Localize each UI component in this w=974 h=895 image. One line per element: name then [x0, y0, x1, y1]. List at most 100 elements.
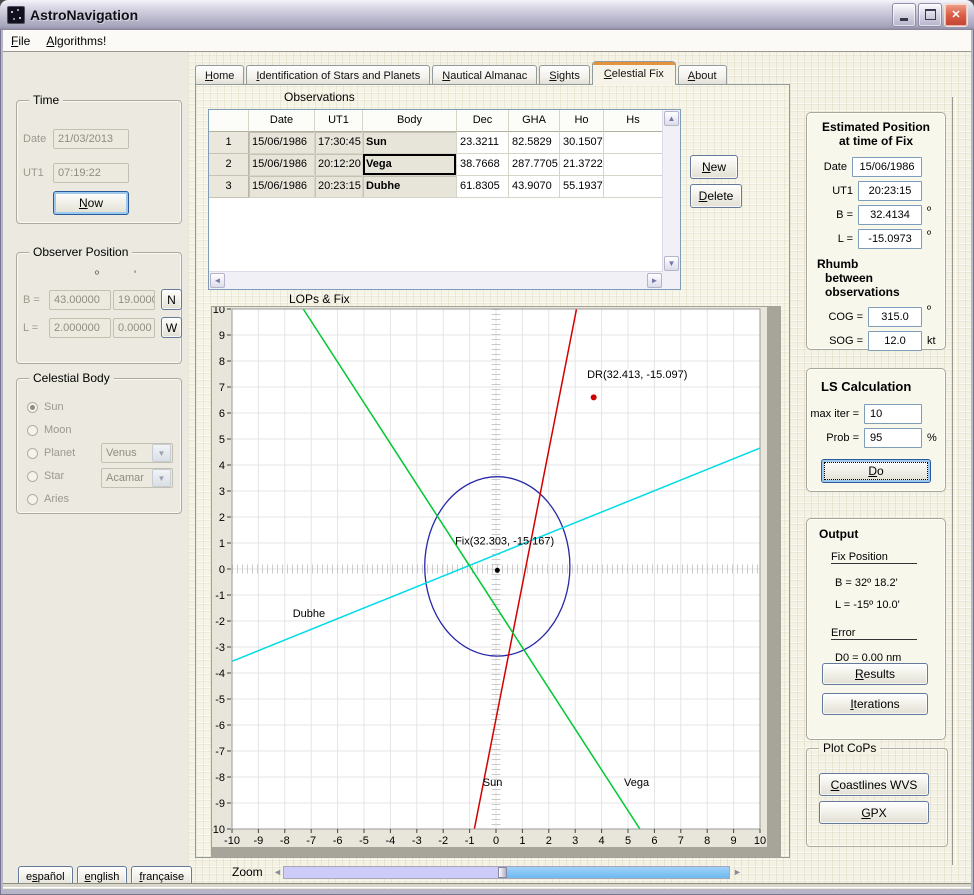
menu-item-file[interactable]: File: [3, 32, 38, 50]
minimize-button[interactable]: [892, 3, 916, 27]
star-radio[interactable]: [27, 471, 38, 482]
obs-cell-date[interactable]: 15/06/1986: [249, 132, 315, 154]
zoom-slider-thumb[interactable]: [498, 867, 507, 878]
obs-cell-body[interactable]: Vega: [363, 154, 457, 176]
obs-cell-ho[interactable]: 21.3722: [560, 154, 604, 176]
obs-cell-ut1[interactable]: 20:12:20: [315, 154, 363, 176]
max-iter-field[interactable]: 10: [864, 404, 922, 424]
obs-cell-hs[interactable]: [604, 176, 663, 198]
coastlines-wvs-button[interactable]: Coastlines WVS: [819, 773, 929, 796]
sog-field[interactable]: 12.0: [868, 331, 922, 351]
obs-header-dec[interactable]: Dec: [457, 110, 509, 132]
obs-cell-dec[interactable]: 23.3211: [457, 132, 509, 154]
scroll-down-icon[interactable]: ▼: [664, 256, 679, 271]
obs-cell-dec[interactable]: 61.8305: [457, 176, 509, 198]
new-button[interactable]: New: [690, 155, 738, 179]
moon-radio[interactable]: [27, 425, 38, 436]
obs-cell-hs[interactable]: [604, 132, 663, 154]
tab-sights[interactable]: Sights: [539, 65, 590, 85]
cog-field[interactable]: 315.0: [868, 307, 922, 327]
now-button[interactable]: Now: [53, 191, 129, 215]
b-minutes-field[interactable]: 19.0000: [113, 290, 155, 310]
title-bar[interactable]: AstroNavigation ✕: [0, 0, 974, 30]
est-date-field[interactable]: 15/06/1986: [852, 157, 922, 177]
zoom-track-left[interactable]: [284, 867, 498, 878]
obs-cell-ho[interactable]: 55.1937: [560, 176, 604, 198]
obs-cell-gha[interactable]: 43.9070: [509, 176, 560, 198]
obs-header-corner[interactable]: [209, 110, 249, 132]
zoom-right-arrow-icon[interactable]: ►: [733, 867, 742, 877]
est-l-field[interactable]: -15.0973: [858, 229, 922, 249]
scroll-left-icon[interactable]: ◄: [210, 273, 225, 288]
close-button[interactable]: ✕: [944, 3, 968, 27]
delete-button[interactable]: Delete: [690, 184, 742, 208]
date-field[interactable]: 21/03/2013: [53, 129, 129, 149]
scroll-up-icon[interactable]: ▲: [664, 111, 679, 126]
gpx-button[interactable]: GPX: [819, 801, 929, 824]
do-button[interactable]: Do: [821, 459, 931, 483]
y-tick-label: -4: [215, 668, 225, 680]
x-tick-label: 2: [546, 835, 552, 847]
b-degrees-field[interactable]: 43.00000: [49, 290, 111, 310]
zoom-track-right[interactable]: [507, 867, 729, 878]
b-label: B =: [23, 294, 47, 306]
planet-radio[interactable]: [27, 448, 38, 459]
chevron-down-icon[interactable]: ▼: [152, 444, 171, 462]
obs-row-number[interactable]: 3: [209, 176, 249, 198]
est-b-field[interactable]: 32.4134: [858, 205, 922, 225]
plot-cops-caption: Plot CoPs: [819, 741, 880, 755]
observations-table[interactable]: DateUT1BodyDecGHAHoHs 115/06/198617:30:45…: [208, 109, 681, 290]
obs-cell-date[interactable]: 15/06/1986: [249, 154, 315, 176]
sun-radio[interactable]: [27, 402, 38, 413]
maximize-button[interactable]: [918, 3, 942, 27]
star-combobox[interactable]: Acamar ▼: [101, 468, 173, 488]
obs-cell-ut1[interactable]: 17:30:45: [315, 132, 363, 154]
obs-cell-body[interactable]: Sun: [363, 132, 457, 154]
east-west-button[interactable]: W: [161, 317, 182, 338]
north-south-button[interactable]: N: [161, 289, 182, 310]
y-tick-label: -5: [215, 694, 225, 706]
obs-cell-ut1[interactable]: 20:23:15: [315, 176, 363, 198]
l-degrees-field[interactable]: 2.000000: [49, 318, 111, 338]
zoom-slider[interactable]: [283, 866, 730, 879]
planet-combobox[interactable]: Venus ▼: [101, 443, 173, 463]
tab-identification-of-stars-and-planets[interactable]: Identification of Stars and Planets: [246, 65, 430, 85]
lops-chart[interactable]: DubheSunVegaFix(32.303, -15.167)DR(32.41…: [211, 306, 781, 858]
obs-header-ut1[interactable]: UT1: [315, 110, 363, 132]
table-horizontal-scrollbar[interactable]: ◄ ►: [209, 271, 663, 289]
obs-cell-hs[interactable]: [604, 154, 663, 176]
obs-row-number[interactable]: 1: [209, 132, 249, 154]
lop-label-sun: Sun: [483, 777, 503, 789]
obs-cell-dec[interactable]: 38.7668: [457, 154, 509, 176]
obs-cell-date[interactable]: 15/06/1986: [249, 176, 315, 198]
results-button[interactable]: Results: [822, 663, 928, 685]
obs-header-date[interactable]: Date: [249, 110, 315, 132]
tab-nautical-almanac[interactable]: Nautical Almanac: [432, 65, 537, 85]
obs-header-ho[interactable]: Ho: [560, 110, 604, 132]
tab-celestial-fix[interactable]: Celestial Fix: [592, 61, 676, 85]
zoom-left-arrow-icon[interactable]: ◄: [273, 867, 282, 877]
obs-header-hs[interactable]: Hs: [604, 110, 663, 132]
scroll-right-icon[interactable]: ►: [647, 273, 662, 288]
chevron-down-icon[interactable]: ▼: [152, 469, 171, 487]
main-area: Time Date 21/03/2013 UT1 07:19:22 Now Ob…: [3, 52, 971, 889]
tab-home[interactable]: Home: [195, 65, 244, 85]
tab-about[interactable]: About: [678, 65, 727, 85]
obs-header-gha[interactable]: GHA: [509, 110, 560, 132]
aries-radio[interactable]: [27, 494, 38, 505]
ut1-field[interactable]: 07:19:22: [53, 163, 129, 183]
table-vertical-scrollbar[interactable]: ▲ ▼: [662, 110, 680, 289]
l-minutes-field[interactable]: 0.0000: [113, 318, 155, 338]
menu-item-algorithms[interactable]: Algorithms!: [38, 32, 114, 50]
obs-cell-gha[interactable]: 82.5829: [509, 132, 560, 154]
bottom-groove: [3, 883, 971, 888]
prob-field[interactable]: 95: [864, 428, 922, 448]
obs-cell-body[interactable]: Dubhe: [363, 176, 457, 198]
obs-cell-ho[interactable]: 30.1507: [560, 132, 604, 154]
obs-row-number[interactable]: 2: [209, 154, 249, 176]
iterations-button[interactable]: Iterations: [822, 693, 928, 715]
obs-cell-gha[interactable]: 287.7705: [509, 154, 560, 176]
rhumb-title: Rhumb: [817, 257, 945, 271]
obs-header-body[interactable]: Body: [363, 110, 457, 132]
est-ut1-field[interactable]: 20:23:15: [858, 181, 922, 201]
